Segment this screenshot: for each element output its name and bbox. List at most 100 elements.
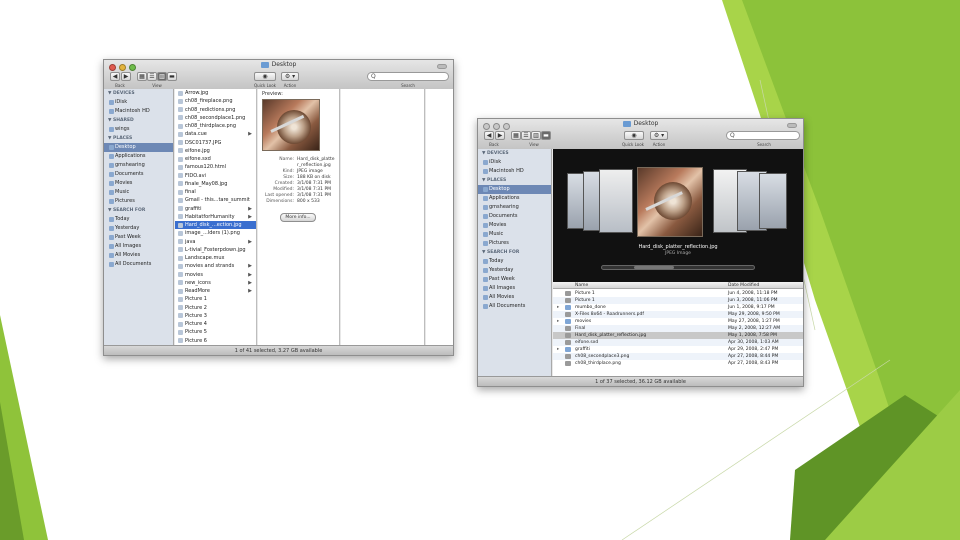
file-row[interactable]: final bbox=[175, 188, 256, 196]
column-view-button[interactable]: ▥ bbox=[157, 72, 167, 81]
list-row[interactable]: ▸ movies May 27, 2008, 1:27 PM bbox=[553, 318, 803, 325]
file-row[interactable]: Picture 5 bbox=[175, 328, 256, 336]
coverflow-card[interactable] bbox=[759, 173, 787, 229]
sidebar-item[interactable]: Movies bbox=[478, 221, 551, 230]
sidebar-item[interactable]: Music bbox=[478, 230, 551, 239]
sidebar-section-header[interactable]: ▼ DEVICES bbox=[104, 89, 173, 98]
list-row[interactable]: ▸ graffiti Apr 29, 2008, 2:47 PM bbox=[553, 346, 803, 353]
sidebar-item[interactable]: Pictures bbox=[104, 197, 173, 206]
sidebar-item[interactable]: Pictures bbox=[478, 239, 551, 248]
sidebar-item[interactable]: Past Week bbox=[478, 275, 551, 284]
list-row[interactable]: X-Files 8x64 - Roadrunners.pdf May 29, 20… bbox=[553, 311, 803, 318]
sidebar-item[interactable]: Past Week bbox=[104, 233, 173, 242]
file-row[interactable]: Picture 4 bbox=[175, 320, 256, 328]
file-row[interactable]: eifone.sxd bbox=[175, 155, 256, 163]
sidebar-item[interactable]: All Images bbox=[104, 242, 173, 251]
disclosure-arrow-icon[interactable]: ▶ bbox=[248, 271, 252, 279]
list-row[interactable]: eifone.sxd Apr 30, 2008, 1:03 AM bbox=[553, 339, 803, 346]
disclosure-arrow-icon[interactable]: ▶ bbox=[248, 287, 252, 295]
sidebar-section-header[interactable]: ▼ SEARCH FOR bbox=[478, 248, 551, 257]
list-row[interactable]: Picture 1 Jun 4, 2008, 11:18 PM bbox=[553, 290, 803, 297]
sidebar-section-header[interactable]: ▼ PLACES bbox=[104, 134, 173, 143]
file-row[interactable]: movies and strands ▶ bbox=[175, 262, 256, 270]
list-row[interactable]: ch08_thirdplace.png Apr 27, 2008, 8:43 PM bbox=[553, 360, 803, 367]
disclosure-triangle-icon[interactable]: ▸ bbox=[557, 304, 559, 311]
file-row[interactable]: FIDO.avi bbox=[175, 172, 256, 180]
sidebar-item[interactable]: Desktop bbox=[104, 143, 173, 152]
date-column-header[interactable]: Date Modified bbox=[728, 282, 759, 289]
search-input[interactable]: Q bbox=[726, 131, 800, 140]
file-row[interactable]: HabitatforHumanity ▶ bbox=[175, 213, 256, 221]
file-row[interactable]: Picture 6 bbox=[175, 337, 256, 345]
disclosure-arrow-icon[interactable]: ▶ bbox=[248, 238, 252, 246]
sidebar-item[interactable]: Yesterday bbox=[478, 266, 551, 275]
coverflow-selected-image[interactable] bbox=[637, 167, 703, 237]
toolbar-toggle-button[interactable] bbox=[437, 64, 447, 69]
sidebar-item[interactable]: Today bbox=[478, 257, 551, 266]
action-button[interactable]: ⚙ ▾ bbox=[650, 131, 668, 140]
sidebar-item[interactable]: Applications bbox=[104, 152, 173, 161]
file-row[interactable]: Picture 3 bbox=[175, 312, 256, 320]
file-row[interactable]: new_icons ▶ bbox=[175, 279, 256, 287]
disclosure-triangle-icon[interactable]: ▸ bbox=[557, 346, 559, 353]
icon-view-button[interactable]: ▦ bbox=[511, 131, 521, 140]
file-row[interactable]: Picture 2 bbox=[175, 304, 256, 312]
sidebar-item[interactable]: Documents bbox=[104, 170, 173, 179]
sidebar-item[interactable]: wings bbox=[104, 125, 173, 134]
forward-button[interactable]: ▶ bbox=[495, 131, 505, 140]
sidebar-item[interactable]: Macintosh HD bbox=[104, 107, 173, 116]
sidebar-item[interactable]: All Movies bbox=[478, 293, 551, 302]
file-row[interactable]: Arrow.jpg bbox=[175, 89, 256, 97]
coverflow-card[interactable] bbox=[599, 169, 633, 233]
sidebar-item[interactable]: Music bbox=[104, 188, 173, 197]
sidebar-item[interactable]: iDisk bbox=[478, 158, 551, 167]
coverflow-scroll-thumb[interactable] bbox=[634, 266, 674, 269]
finder-window-column-view[interactable]: Desktop ◀ ▶ Back ▦ ☰ ▥ ▬ View ◉ Quick Lo… bbox=[103, 59, 454, 356]
file-row[interactable]: Gmail - this...tare_summit bbox=[175, 196, 256, 204]
toolbar-toggle-button[interactable] bbox=[787, 123, 797, 128]
list-view-button[interactable]: ☰ bbox=[147, 72, 157, 81]
sidebar-section-header[interactable]: ▼ SEARCH FOR bbox=[104, 206, 173, 215]
sidebar-item[interactable]: Yesterday bbox=[104, 224, 173, 233]
sidebar-item[interactable]: All Movies bbox=[104, 251, 173, 260]
file-row[interactable]: graffiti ▶ bbox=[175, 205, 256, 213]
column-view-button[interactable]: ▥ bbox=[531, 131, 541, 140]
coverflow-pane[interactable]: Hard_disk_platter_reflection.jpg JPEG Im… bbox=[553, 149, 803, 282]
forward-button[interactable]: ▶ bbox=[121, 72, 131, 81]
list-view-button[interactable]: ☰ bbox=[521, 131, 531, 140]
coverflow-view-button[interactable]: ▬ bbox=[541, 131, 551, 140]
coverflow-view-button[interactable]: ▬ bbox=[167, 72, 177, 81]
file-row[interactable]: ch08_redictions.png bbox=[175, 106, 256, 114]
file-row[interactable]: ch08_thirdplace.png bbox=[175, 122, 256, 130]
sidebar-item[interactable]: All Documents bbox=[104, 260, 173, 269]
file-row[interactable]: data.cue ▶ bbox=[175, 130, 256, 138]
sidebar-item[interactable]: iDisk bbox=[104, 98, 173, 107]
file-row[interactable]: Picture 1 bbox=[175, 295, 256, 303]
action-button[interactable]: ⚙ ▾ bbox=[281, 72, 299, 81]
file-row[interactable]: movies ▶ bbox=[175, 271, 256, 279]
file-row[interactable]: ch08_fireplace.png bbox=[175, 97, 256, 105]
sidebar-item[interactable]: Movies bbox=[104, 179, 173, 188]
disclosure-arrow-icon[interactable]: ▶ bbox=[248, 130, 252, 138]
back-button[interactable]: ◀ bbox=[484, 131, 494, 140]
file-row[interactable]: L-tivial_Fosterpdown.jpg bbox=[175, 246, 256, 254]
disclosure-arrow-icon[interactable]: ▶ bbox=[248, 213, 252, 221]
disclosure-arrow-icon[interactable]: ▶ bbox=[248, 205, 252, 213]
finder-window-coverflow-view[interactable]: Desktop ◀ ▶ Back ▦ ☰ ▥ ▬ View ◉ Quick Lo… bbox=[477, 118, 804, 387]
disclosure-arrow-icon[interactable]: ▶ bbox=[248, 279, 252, 287]
coverflow-scrollbar[interactable] bbox=[601, 265, 755, 270]
sidebar-item[interactable]: Today bbox=[104, 215, 173, 224]
disclosure-arrow-icon[interactable]: ▶ bbox=[248, 262, 252, 270]
list-row[interactable]: ch08_secondplace3.png Apr 27, 2008, 8:44 … bbox=[553, 353, 803, 360]
back-button[interactable]: ◀ bbox=[110, 72, 120, 81]
list-row[interactable]: Picture 1 Jun 3, 2008, 11:06 PM bbox=[553, 297, 803, 304]
sidebar-item[interactable]: Desktop bbox=[478, 185, 551, 194]
file-row[interactable]: famous120.html bbox=[175, 163, 256, 171]
name-column-header[interactable]: Name bbox=[575, 282, 588, 289]
file-row[interactable]: ReadMore ▶ bbox=[175, 287, 256, 295]
file-row[interactable]: DSC01737.JPG bbox=[175, 139, 256, 147]
more-info-button[interactable]: More info... bbox=[280, 213, 316, 222]
list-row[interactable]: ▸ mumbo_done Jun 1, 2008, 9:17 PM bbox=[553, 304, 803, 311]
file-row[interactable]: finale_May08.jpg bbox=[175, 180, 256, 188]
sidebar-item[interactable]: gmshearing bbox=[104, 161, 173, 170]
